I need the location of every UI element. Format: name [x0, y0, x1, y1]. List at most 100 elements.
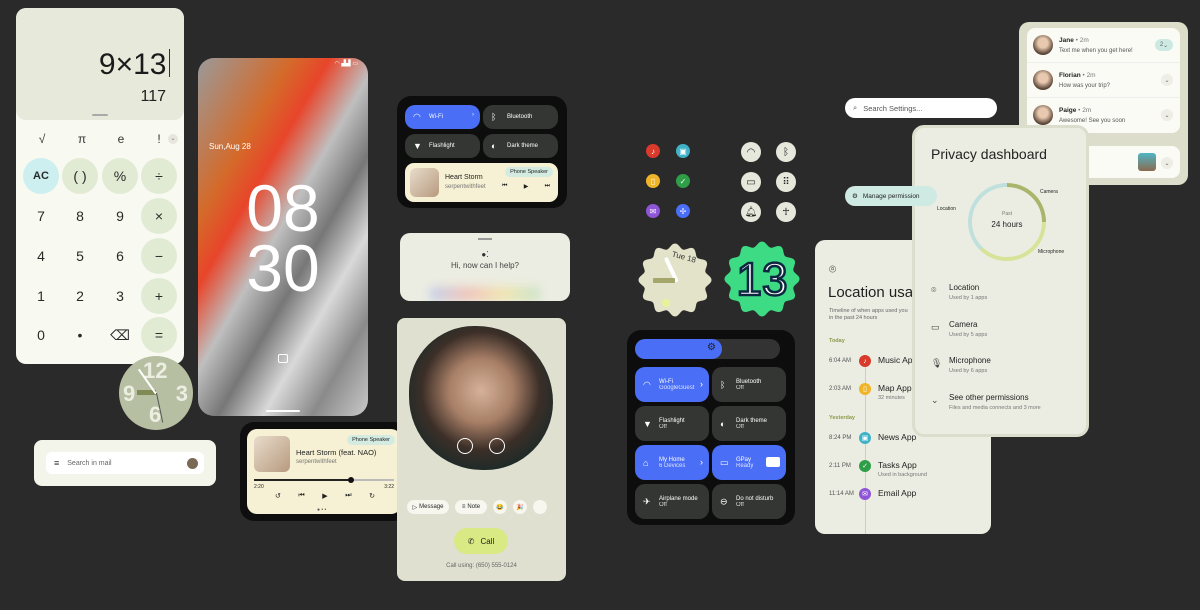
output-chip[interactable]: Phone Speaker	[347, 435, 395, 445]
e-key[interactable]: e	[111, 132, 131, 146]
mail-search-input[interactable]: ≡ Search in mail	[46, 452, 204, 474]
home-indicator[interactable]	[266, 410, 300, 412]
calc-key[interactable]: 9	[102, 198, 138, 234]
calc-key[interactable]: 3	[102, 278, 138, 314]
calc-key[interactable]: 0	[23, 317, 59, 353]
calc-key[interactable]: 1	[23, 278, 59, 314]
accessibility-icon[interactable]: ☥	[776, 202, 796, 222]
settings-search-input[interactable]: ⌕ Search Settings...	[845, 98, 997, 118]
map-app-icon[interactable]: ▯	[646, 174, 660, 188]
gpay-tile[interactable]: ▭ GPay Ready	[712, 445, 786, 480]
permission-item[interactable]: ⌄ See other permissions Files and media co…	[915, 393, 1086, 419]
emoji-button[interactable]	[533, 500, 547, 514]
calculator-app: 9×13 117 √ π e ! ⌄ AC( )% ÷ 7 8 9 × 4 5 6− 1 2 3 +0 •…	[16, 8, 184, 364]
microphone-icon: 🎙︎	[931, 358, 943, 368]
sqrt-key[interactable]: √	[32, 132, 52, 146]
airplane-mode-tile[interactable]: ✈ Airplane mode Off	[635, 484, 709, 519]
drag-handle[interactable]	[478, 238, 492, 240]
calc-key[interactable]: •	[62, 317, 98, 353]
usage-time: 2:03 AM	[829, 386, 852, 392]
card-icon	[766, 457, 780, 467]
calc-key[interactable]: −	[141, 238, 177, 274]
calc-key[interactable]: 5	[62, 238, 98, 274]
factorial-key[interactable]: !	[149, 132, 169, 146]
previous-icon[interactable]: ⏮	[502, 183, 507, 190]
do-not-disturb-tile[interactable]: ⊖ Do not disturb Off	[712, 484, 786, 519]
calc-key[interactable]: ( )	[62, 158, 98, 194]
avatar[interactable]	[187, 457, 198, 469]
notification-item[interactable]: Florian • 2m How was your trip? ⌄	[1027, 63, 1180, 98]
grid-icon[interactable]: ⠿	[776, 172, 796, 192]
calc-key[interactable]: 4	[23, 238, 59, 274]
message-button[interactable]: ▷ Message	[407, 500, 449, 514]
permission-item[interactable]: ⌾ Location Used by 1 apps	[915, 283, 1086, 309]
calc-key[interactable]: ×	[141, 198, 177, 234]
next-icon[interactable]: ⏭	[545, 183, 550, 190]
drag-handle[interactable]	[92, 114, 108, 116]
calc-key[interactable]: +	[141, 278, 177, 314]
pi-key[interactable]: π	[72, 132, 92, 146]
music-app-icon[interactable]: ♪	[646, 144, 660, 158]
timeline-item[interactable]: 11:14 AM ✉ Email App	[815, 488, 991, 512]
call-button[interactable]: ✆ Call	[454, 528, 508, 554]
tasks-app-icon[interactable]: ✓	[676, 174, 690, 188]
calc-key[interactable]: ⌫	[102, 317, 138, 353]
dark-theme-tile[interactable]: ◐ Dark theme Off	[712, 406, 786, 441]
unlock-icon[interactable]	[278, 354, 288, 363]
wi-fi-tile[interactable]: ◠ Wi-Fi GoogleGuest ›	[635, 367, 709, 402]
play-icon[interactable]: ▶	[322, 492, 327, 500]
chevron-right-icon: ›	[472, 112, 474, 118]
chevron-down-icon[interactable]: ⌄	[168, 134, 178, 144]
clock-numeral-3: 3	[175, 381, 188, 406]
news-app-icon[interactable]: ▣	[676, 144, 690, 158]
calc-key[interactable]: 6	[102, 238, 138, 274]
usage-time: 11:14 AM	[829, 491, 854, 497]
notification-item[interactable]: Jane • 2m Text me when you get here! 2 ⌄	[1027, 28, 1180, 63]
seek-bar[interactable]	[254, 476, 394, 483]
wifi-tile[interactable]: ◠ Wi-Fi ›	[405, 105, 480, 129]
media-tile[interactable]: Heart Storm serpentwithfeet Phone Speake…	[405, 163, 558, 202]
wifi-icon[interactable]: ◠	[741, 142, 761, 162]
flashlight-tile[interactable]: ▼ Flashlight Off	[635, 406, 709, 441]
bluetooth-tile[interactable]: ᛒ Bluetooth Off	[712, 367, 786, 402]
cast-icon[interactable]: ▭	[741, 172, 761, 192]
forward-icon[interactable]: ↻	[369, 492, 375, 500]
expand-count-button[interactable]: 2 ⌄	[1155, 39, 1173, 51]
dark-theme-tile[interactable]: ◐ Dark theme	[483, 134, 558, 158]
chevron-down-icon[interactable]: ⌄	[1161, 157, 1173, 169]
chevron-down-icon[interactable]: ⌄	[1161, 109, 1173, 121]
bluetooth-tile[interactable]: ᛒ Bluetooth	[483, 105, 558, 129]
tile-status: Off	[736, 423, 744, 430]
bluetooth-icon[interactable]: ᛒ	[776, 142, 796, 162]
permission-item[interactable]: 🎙︎ Microphone Used by 6 apps	[915, 356, 1086, 382]
calc-key[interactable]: 8	[62, 198, 98, 234]
previous-icon[interactable]: ⏮	[298, 492, 304, 500]
chevron-down-icon[interactable]: ⌄	[1161, 74, 1173, 86]
play-icon[interactable]: ▶	[524, 183, 529, 190]
calc-key[interactable]: %	[102, 158, 138, 194]
calc-key[interactable]: =	[141, 317, 177, 353]
bell-icon[interactable]: 🔔︎	[741, 202, 761, 222]
output-chip[interactable]: Phone Speaker	[505, 167, 553, 177]
fan-app-icon[interactable]: ✢	[676, 204, 690, 218]
replay-icon[interactable]: ↺	[275, 492, 281, 500]
flashlight-tile[interactable]: ▼ Flashlight	[405, 134, 480, 158]
timeline-item[interactable]: 2:11 PM ✓ Tasks App Used in background	[815, 460, 991, 484]
calculator-expression[interactable]: 9×13	[99, 48, 170, 82]
manage-permission-button[interactable]: ⚙ Manage permission	[845, 186, 937, 206]
calc-key[interactable]: ÷	[141, 158, 177, 194]
video-icon[interactable]	[457, 438, 473, 454]
mute-icon[interactable]	[489, 438, 505, 454]
emoji-button[interactable]: 🎉	[513, 500, 527, 514]
calc-key[interactable]: 2	[62, 278, 98, 314]
calc-key[interactable]: 7	[23, 198, 59, 234]
permission-item[interactable]: ▭ Camera Used by 5 apps	[915, 320, 1086, 346]
next-icon[interactable]: ⏭	[345, 492, 351, 500]
menu-icon[interactable]: ≡	[54, 458, 59, 468]
brightness-slider[interactable]: ⚙	[635, 339, 780, 359]
email-app-icon[interactable]: ✉	[646, 204, 660, 218]
my-home-tile[interactable]: ⌂ My Home 6 Devices ›	[635, 445, 709, 480]
emoji-button[interactable]: 😂	[493, 500, 507, 514]
calc-key[interactable]: AC	[23, 158, 59, 194]
note-button[interactable]: ≡ Note	[455, 500, 487, 514]
